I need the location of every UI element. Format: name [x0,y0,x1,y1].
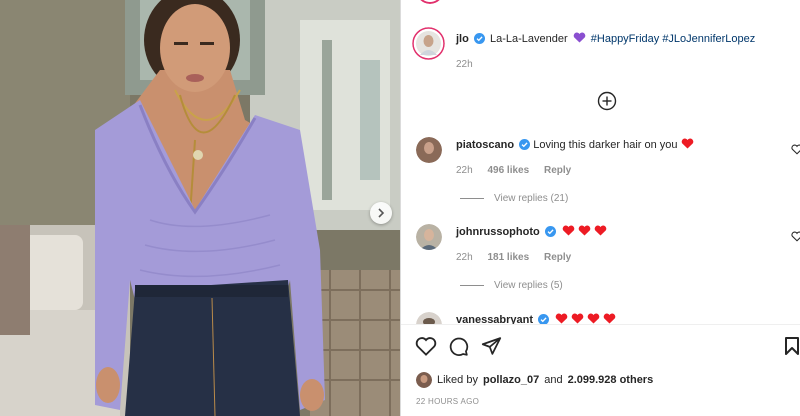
photo-illustration [0,0,400,416]
liked-by-label: Liked by [437,374,478,386]
comment-body: vanessabryant [456,313,616,324]
carousel-next-button[interactable] [370,202,392,224]
red-heart-icon [594,225,607,236]
commenter-avatar[interactable] [416,137,442,163]
comment-username[interactable]: johnrussophoto [456,226,540,238]
header-avatar[interactable] [416,0,444,4]
red-heart-icon [555,313,568,324]
hashtag-happyfriday[interactable]: #HappyFriday [591,33,659,45]
share-icon[interactable] [481,336,502,356]
commenter-avatar[interactable] [416,312,442,324]
verified-icon [538,314,550,324]
comment-likes[interactable]: 181 likes [487,252,529,263]
red-heart-icon [588,313,600,324]
red-heart-icon [681,138,693,149]
caption-text: La-La-Lavender [489,33,568,45]
likes-and-label: and [544,374,563,386]
red-heart-icon [578,225,591,236]
verified-icon [519,139,531,150]
liker-username[interactable]: pollazo_07 [483,374,539,386]
purple-heart-icon [573,32,585,43]
view-replies-button[interactable]: View replies (21) [460,193,568,204]
comment-time[interactable]: 22h [456,252,473,263]
comment-username[interactable]: vanessabryant [456,314,533,324]
heart-icon[interactable] [791,144,800,155]
replies-divider [460,198,484,199]
verified-icon [473,33,485,44]
caption-time[interactable]: 22h [456,59,473,70]
liker-avatar[interactable] [416,372,432,388]
heart-icon[interactable] [415,336,437,356]
red-heart-icon [571,313,584,324]
comment-meta: 22h 181 likes Reply [456,252,583,263]
comment-meta: 22h 496 likes Reply [456,165,583,176]
verified-icon [544,226,556,237]
post-detail-panel: jlo La-La-Lavender #HappyFriday #JLoJenn… [400,0,800,416]
comment-body: johnrussophoto [456,225,607,238]
chevron-right-icon [378,208,385,218]
view-replies-button[interactable]: View replies (5) [460,280,563,291]
comment-username[interactable]: piatoscano [456,139,514,151]
comment-time[interactable]: 22h [456,165,473,176]
comment-body: piatoscano Loving this darker hair on yo… [456,138,694,151]
bookmark-icon[interactable] [784,336,800,356]
add-comments-icon [597,91,617,111]
comment-text: Loving this darker hair on you [533,139,678,151]
post-caption: jlo La-La-Lavender #HappyFriday #JLoJenn… [456,32,755,45]
view-replies-label: View replies (5) [494,280,563,291]
hashtag-jlojenniferlopez[interactable]: #JLoJenniferLopez [662,33,755,45]
comment-icon[interactable] [448,336,469,357]
reply-button[interactable]: Reply [544,252,571,263]
author-username[interactable]: jlo [456,33,469,45]
likes-summary: Liked by pollazo_07 and 2.099.928 others [416,372,653,388]
likes-count[interactable]: 2.099.928 others [568,374,654,386]
view-replies-label: View replies (21) [494,193,569,204]
load-more-comments-button[interactable] [597,91,617,116]
replies-divider [460,285,484,286]
post-actions-bar [415,336,800,360]
red-heart-icon [604,313,616,324]
comment-item: johnrussophoto 22h 181 likes Reply View … [416,221,800,301]
post-photo[interactable] [0,0,400,416]
post-timestamp[interactable]: 22 HOURS AGO [416,397,479,406]
author-avatar[interactable] [412,27,445,60]
comment-item: vanessabryant [416,308,800,324]
red-heart-icon [562,225,575,236]
comment-item: piatoscano Loving this darker hair on yo… [416,134,800,214]
comment-likes[interactable]: 496 likes [487,165,529,176]
heart-icon[interactable] [791,231,800,242]
commenter-avatar[interactable] [416,224,442,250]
actions-divider [401,324,800,325]
reply-button[interactable]: Reply [544,165,571,176]
